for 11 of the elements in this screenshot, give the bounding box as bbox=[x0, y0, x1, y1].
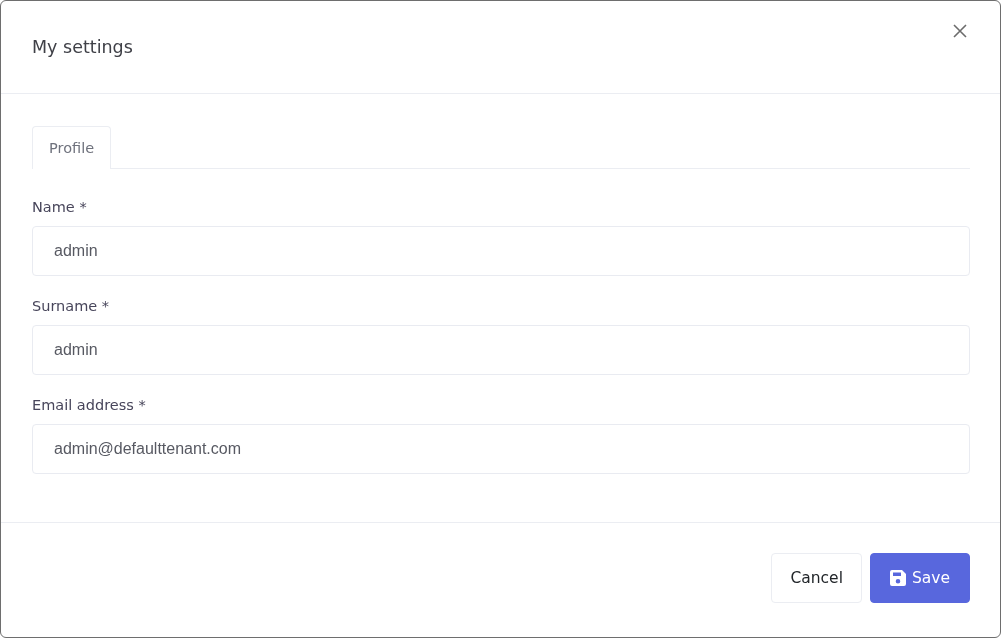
field-label: Surname * bbox=[32, 297, 110, 316]
close-icon bbox=[953, 24, 967, 38]
cancel-button[interactable]: Cancel bbox=[771, 553, 862, 603]
text-input[interactable]: admin bbox=[32, 226, 970, 276]
text-input[interactable]: admin bbox=[32, 325, 970, 375]
save-button[interactable]: Save bbox=[869, 553, 970, 603]
field-label: Name * bbox=[32, 198, 87, 217]
text-input[interactable]: admin@defaulttenant.com bbox=[32, 424, 970, 474]
profile-tab[interactable]: Profile bbox=[32, 126, 112, 169]
field-label: Email address * bbox=[32, 396, 146, 415]
dialog-title: My settings bbox=[32, 36, 133, 58]
